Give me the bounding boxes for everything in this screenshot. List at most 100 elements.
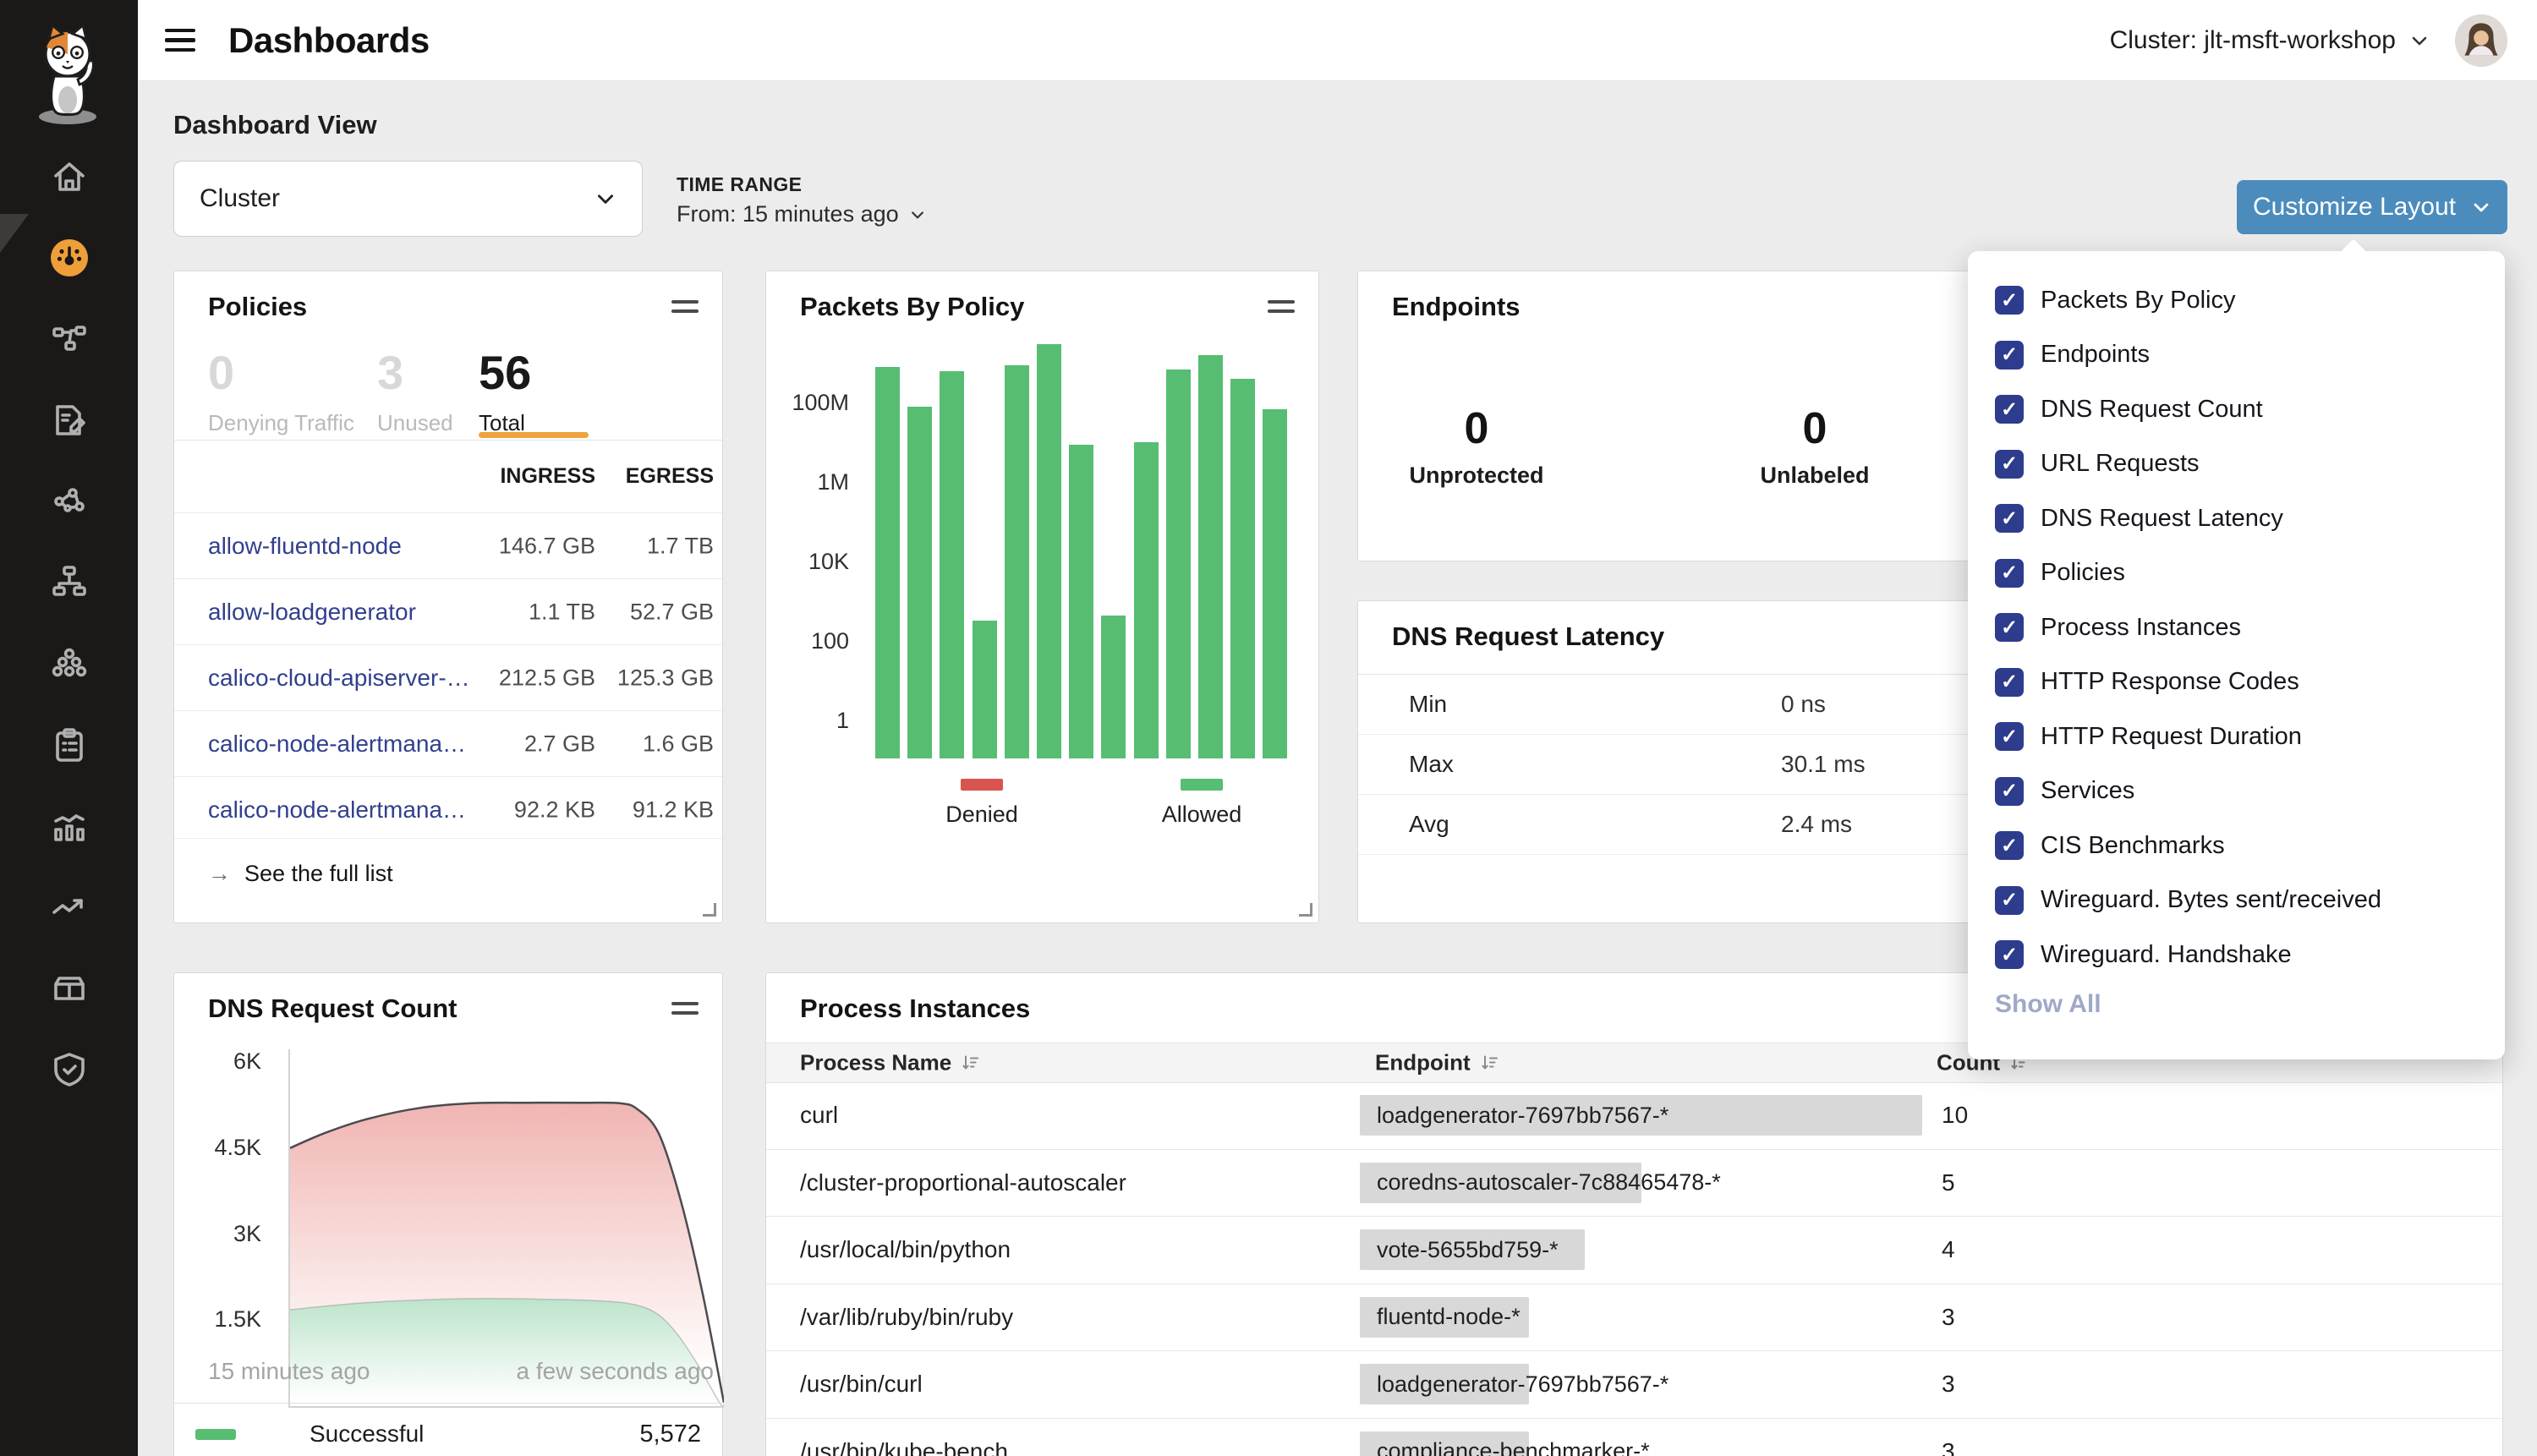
page-heading: Dashboard View <box>173 110 377 140</box>
checkbox-icon[interactable]: ✓ <box>1995 886 2024 915</box>
y-tick-label: 1M <box>817 469 849 495</box>
layout-menu-item[interactable]: ✓Process Instances <box>1968 600 2505 655</box>
sidebar-item-hierarchy[interactable] <box>48 561 90 604</box>
layout-menu-item[interactable]: ✓URL Requests <box>1968 437 2505 492</box>
sidebar-item-security-shield[interactable] <box>48 1048 90 1091</box>
allowed-bar <box>1069 445 1093 758</box>
checkbox-icon[interactable]: ✓ <box>1995 940 2024 969</box>
table-row: /cluster-proportional-autoscalercoredns-… <box>766 1150 2502 1218</box>
layout-menu-item[interactable]: ✓Endpoints <box>1968 328 2505 383</box>
cluster-selector[interactable]: Cluster: jlt-msft-workshop <box>2110 26 2430 55</box>
policies-stat-denying-traffic[interactable]: 0Denying Traffic <box>208 349 354 436</box>
checkbox-icon[interactable]: ✓ <box>1995 613 2024 642</box>
endpoint-chip: compliance-benchmarker-* <box>1360 1431 1529 1456</box>
checkbox-icon[interactable]: ✓ <box>1995 777 2024 806</box>
allowed-bar <box>973 621 997 758</box>
dns-count-x-label-start: 15 minutes ago <box>208 1358 370 1385</box>
see-full-list-link[interactable]: → See the full list <box>208 861 722 887</box>
layout-menu-item[interactable]: ✓ Policies <box>1968 546 2505 601</box>
layout-menu-item[interactable]: ✓HTTP Request Duration <box>1968 709 2505 764</box>
dns-count-card-title: DNS Request Count <box>208 993 458 1024</box>
avatar[interactable] <box>2455 14 2507 67</box>
drag-handle-icon[interactable] <box>671 300 699 313</box>
arrow-right-icon: → <box>208 861 231 887</box>
sidebar-active-wedge <box>0 214 29 253</box>
checkbox-icon[interactable]: ✓ <box>1995 722 2024 751</box>
checkbox-icon[interactable]: ✓ <box>1995 504 2024 533</box>
policies-stat-unused[interactable]: 3Unused <box>377 349 453 436</box>
egress-value: 91.2 KB <box>633 796 714 823</box>
dashboard-view-select[interactable]: Cluster <box>173 161 643 237</box>
checkbox-icon[interactable]: ✓ <box>1995 286 2024 315</box>
policy-link[interactable]: allow-fluentd-node <box>208 533 402 560</box>
endpoints-unlabeled-stat: 0 Unlabeled <box>1730 407 1899 489</box>
sidebar-item-activity-chart[interactable] <box>48 805 90 847</box>
layout-menu-item[interactable]: ✓CIS Benchmarks <box>1968 818 2505 873</box>
latency-value: 0 ns <box>1781 691 1826 718</box>
sidebar-item-policy-editor[interactable] <box>48 399 90 441</box>
endpoint-cluster-icon <box>49 643 90 684</box>
count-value: 10 <box>1942 1102 1968 1129</box>
sidebar-item-compliance-clipboard[interactable] <box>48 724 90 766</box>
sidebar-item-endpoint-cluster[interactable] <box>48 643 90 685</box>
policies-footer: → See the full list <box>174 838 722 887</box>
table-row: calico-cloud-apiserver-…212.5 GB125.3 GB <box>174 644 722 710</box>
checkbox-icon[interactable]: ✓ <box>1995 831 2024 860</box>
resize-handle[interactable] <box>1299 903 1312 917</box>
endpoint-header[interactable]: Endpoint <box>1375 1050 1499 1076</box>
policy-link[interactable]: calico-cloud-apiserver-… <box>208 665 470 692</box>
policies-stat-total[interactable]: 56Total <box>479 349 531 436</box>
layout-menu-item[interactable]: ✓DNS Request Latency <box>1968 491 2505 546</box>
layout-menu-item[interactable]: ✓Wireguard. Handshake <box>1968 928 2505 983</box>
sidebar-item-connections[interactable] <box>48 480 90 523</box>
checkbox-icon[interactable]: ✓ <box>1995 450 2024 479</box>
policy-link[interactable]: calico-node-alertmana… <box>208 796 466 824</box>
compliance-clipboard-icon <box>49 725 90 765</box>
drag-handle-icon[interactable] <box>671 1002 699 1015</box>
resize-handle[interactable] <box>703 903 716 917</box>
trends-icon <box>49 887 90 928</box>
checkbox-icon[interactable]: ✓ <box>1995 341 2024 369</box>
policies-ingress-header: INGRESS <box>500 440 595 512</box>
sidebar-item-service-graph[interactable] <box>48 318 90 360</box>
show-all-link[interactable]: Show All <box>1995 990 2101 1019</box>
sidebar-item-trends[interactable] <box>48 886 90 928</box>
sidebar-item-home[interactable] <box>48 156 90 198</box>
layout-menu-item[interactable]: ✓Services <box>1968 764 2505 819</box>
endpoint-chip: fluentd-node-* <box>1360 1297 1529 1338</box>
ingress-value: 1.1 TB <box>529 599 595 625</box>
checkbox-icon[interactable]: ✓ <box>1995 668 2024 697</box>
layout-menu-item[interactable]: ✓Packets By Policy <box>1968 273 2505 328</box>
y-tick-label: 4.5K <box>214 1135 261 1161</box>
policy-link[interactable]: calico-node-alertmana… <box>208 731 466 758</box>
process-name: /cluster-proportional-autoscaler <box>800 1169 1126 1196</box>
checkbox-icon[interactable]: ✓ <box>1995 395 2024 424</box>
ingress-value: 92.2 KB <box>514 796 595 823</box>
time-range-value-button[interactable]: From: 15 minutes ago <box>677 201 926 227</box>
dns-count-x-label-end: a few seconds ago <box>517 1358 715 1385</box>
table-row: allow-fluentd-node146.7 GB1.7 TB <box>174 512 722 578</box>
layout-menu-item[interactable]: ✓DNS Request Count <box>1968 382 2505 437</box>
sidebar-item-dashboard-gauge[interactable] <box>48 237 90 279</box>
process-name-header[interactable]: Process Name <box>800 1050 980 1076</box>
count-value: 3 <box>1942 1438 1955 1456</box>
dashboard-view-select-value: Cluster <box>200 184 280 213</box>
customize-layout-button[interactable]: Customize Layout <box>2237 180 2507 234</box>
stat-label: Unused <box>377 410 453 436</box>
y-tick-label: 100 <box>811 628 849 654</box>
layout-menu-item[interactable]: ✓Wireguard. Bytes sent/received <box>1968 873 2505 928</box>
table-row: /usr/bin/kube-bench compliance-benchmarke… <box>766 1419 2502 1456</box>
layout-menu-item-label: Policies <box>2041 559 2125 587</box>
policy-link[interactable]: allow-loadgenerator <box>208 599 416 626</box>
drag-handle-icon[interactable] <box>1268 300 1295 313</box>
sidebar-item-packages-box[interactable] <box>48 967 90 1010</box>
allowed-bar <box>1166 369 1191 758</box>
calico-cat-logo <box>20 20 115 125</box>
topbar: Dashboards Cluster: jlt-msft-workshop <box>138 0 2537 81</box>
page-title: Dashboards <box>228 20 430 61</box>
layout-menu-item[interactable]: ✓HTTP Response Codes <box>1968 655 2505 710</box>
hamburger-menu-icon[interactable] <box>165 29 195 52</box>
process-name: /usr/bin/kube-bench <box>800 1438 1008 1456</box>
checkbox-icon[interactable]: ✓ <box>1995 559 2024 588</box>
denied-swatch <box>961 779 1003 791</box>
